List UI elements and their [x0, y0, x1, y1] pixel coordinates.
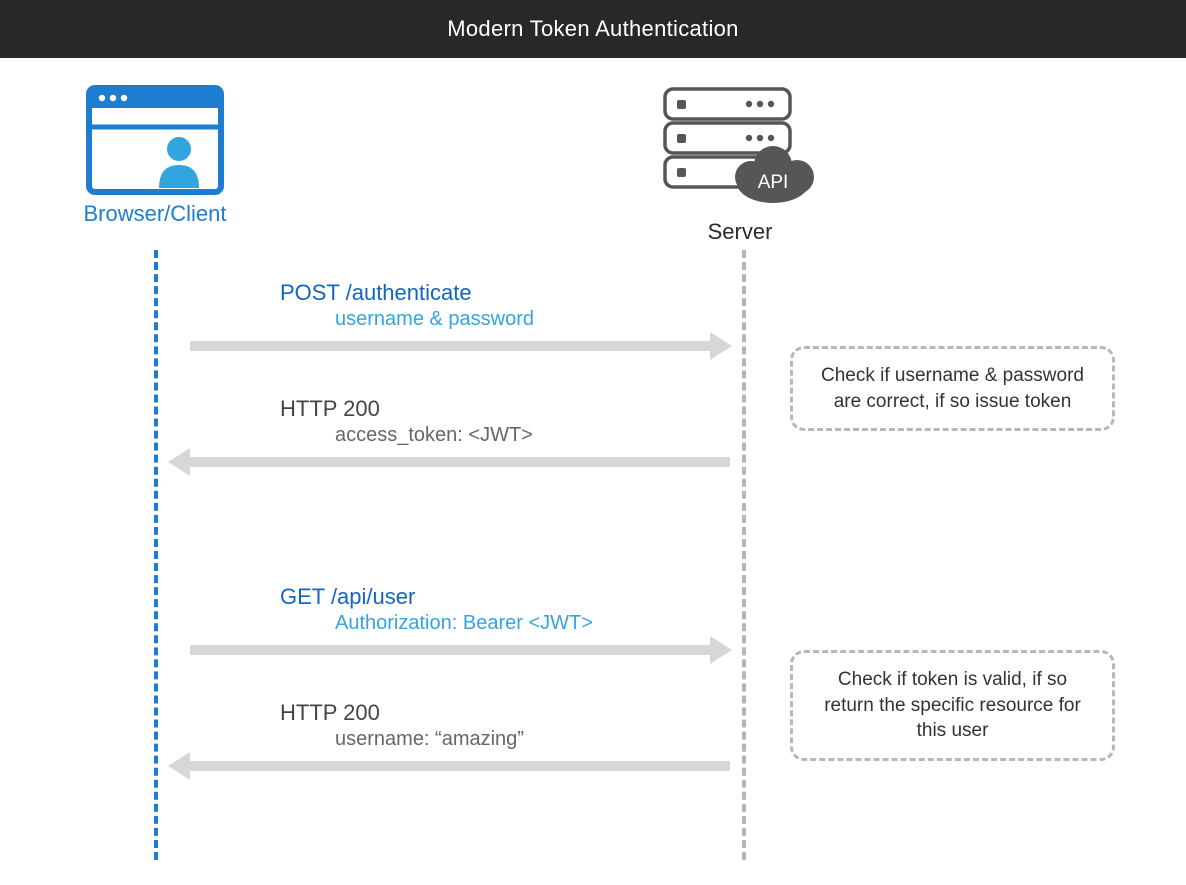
- api-response-line2: username: “amazing”: [335, 728, 725, 751]
- msg-auth-response: HTTP 200 access_token: <JWT>: [185, 396, 725, 467]
- arrow-right-icon: [190, 341, 710, 351]
- auth-request-line1: POST /authenticate: [280, 280, 745, 306]
- api-request-line2: Authorization: Bearer <JWT>: [335, 612, 745, 635]
- server-icon: API: [655, 85, 825, 213]
- note-api: Check if token is valid, if so return th…: [790, 650, 1115, 761]
- auth-response-line2: access_token: <JWT>: [335, 424, 725, 447]
- api-badge-text: API: [758, 172, 789, 193]
- auth-response-line1: HTTP 200: [280, 396, 725, 422]
- note-auth: Check if username & password are correct…: [790, 346, 1115, 431]
- browser-icon: [86, 85, 224, 195]
- msg-auth-request: POST /authenticate username & password: [205, 280, 745, 351]
- lifeline-client: [154, 250, 158, 860]
- diagram-title: Modern Token Authentication: [447, 16, 738, 42]
- arrow-left-icon: [190, 457, 730, 467]
- note-api-text: Check if token is valid, if so return th…: [824, 669, 1081, 741]
- auth-request-line2: username & password: [335, 308, 745, 331]
- client-label: Browser/Client: [40, 201, 270, 227]
- participant-server: API Server: [580, 85, 900, 245]
- msg-api-request: GET /api/user Authorization: Bearer <JWT…: [205, 584, 745, 655]
- participant-client: Browser/Client: [40, 85, 270, 227]
- diagram-title-bar: Modern Token Authentication: [0, 0, 1186, 58]
- note-auth-text: Check if username & password are correct…: [821, 365, 1084, 412]
- api-request-line1: GET /api/user: [280, 584, 745, 610]
- arrow-right-icon: [190, 645, 710, 655]
- msg-api-response: HTTP 200 username: “amazing”: [185, 700, 725, 771]
- arrow-left-icon: [190, 761, 730, 771]
- api-response-line1: HTTP 200: [280, 700, 725, 726]
- server-label: Server: [580, 219, 900, 245]
